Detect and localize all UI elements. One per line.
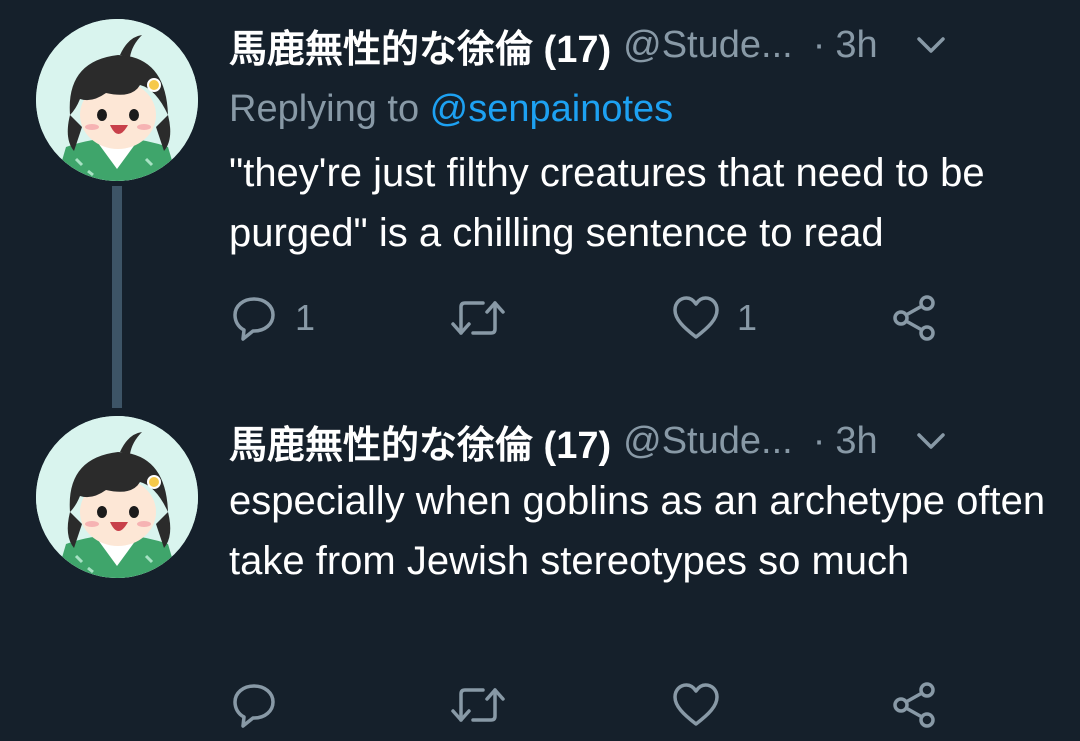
like-icon: [673, 296, 719, 339]
like-count: 1: [737, 297, 758, 338]
tweet-header: 馬鹿無性的な徐倫 (17) @Stude... · 3h: [229, 414, 946, 469]
like-button[interactable]: [671, 677, 737, 733]
avatar[interactable]: [36, 19, 198, 181]
reply-count: 1: [295, 297, 316, 338]
tweet-text: especially when goblins as an archetype …: [229, 479, 1046, 583]
reply-icon: [233, 684, 275, 728]
chevron-down-icon[interactable]: [916, 431, 946, 451]
retweet-icon: [451, 688, 505, 722]
mention-link[interactable]: @senpainotes: [430, 88, 674, 130]
retweet-button[interactable]: [449, 677, 523, 733]
user-handle[interactable]: @Stude...: [623, 24, 793, 67]
tweet-actions: [229, 677, 989, 733]
share-button[interactable]: [889, 677, 939, 733]
thread-connector-line: [112, 186, 122, 408]
avatar-image: [36, 19, 198, 181]
separator-dot: ·: [812, 419, 826, 462]
reply-button[interactable]: 1: [229, 290, 315, 346]
separator-dot: ·: [812, 23, 826, 66]
tweet-actions: 1 1: [229, 290, 989, 346]
user-handle[interactable]: @Stude...: [623, 420, 793, 463]
avatar-image: [36, 416, 198, 578]
chevron-down-icon[interactable]: [916, 35, 946, 55]
timestamp[interactable]: 3h: [835, 24, 877, 67]
like-button[interactable]: 1: [671, 290, 757, 346]
timestamp[interactable]: 3h: [835, 420, 877, 463]
display-name[interactable]: 馬鹿無性的な徐倫 (17): [229, 414, 611, 469]
share-button[interactable]: [889, 290, 939, 346]
tweet-text: "they're just filthy creatures that need…: [229, 151, 985, 255]
retweet-icon: [451, 301, 505, 335]
replying-to-label: Replying to: [229, 88, 430, 130]
retweet-button[interactable]: [449, 290, 523, 346]
display-name[interactable]: 馬鹿無性的な徐倫 (17): [229, 18, 611, 73]
share-icon: [893, 682, 935, 728]
reply-icon: [233, 297, 275, 341]
replying-to-line: Replying to @senpainotes: [229, 88, 673, 131]
reply-button[interactable]: [229, 677, 295, 733]
avatar[interactable]: [36, 416, 198, 578]
tweet-header: 馬鹿無性的な徐倫 (17) @Stude... · 3h: [229, 18, 946, 73]
like-icon: [673, 683, 719, 726]
share-icon: [893, 295, 935, 341]
